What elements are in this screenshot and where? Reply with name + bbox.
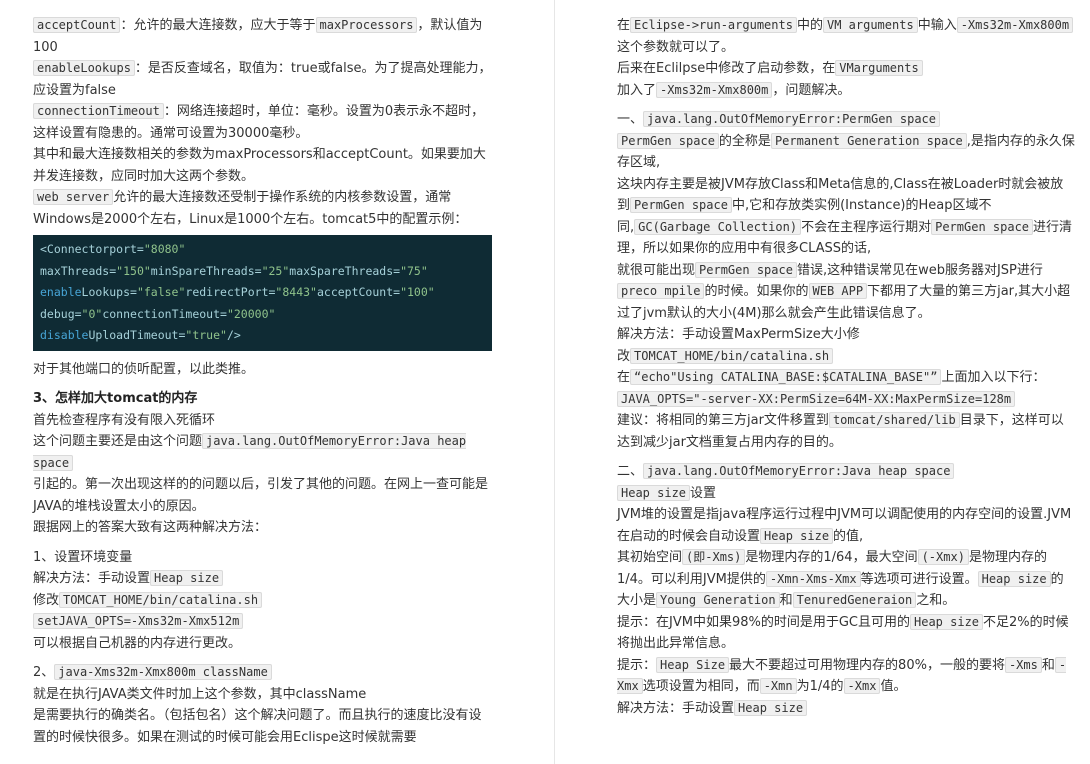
inline-code: Heap Size [656, 656, 730, 673]
list-heading: 二、 java.lang.OutOfMemoryError:Java heap s… [617, 461, 1075, 483]
paragraph: PermGen space 的全称是 Permanent Generation sp… [617, 132, 1075, 170]
paragraph: Heap size 设置 [617, 483, 1075, 505]
inline-code: maxProcessors [315, 17, 418, 33]
paragraph: 对于其他端口的侦听配置，以此类推。 [33, 361, 255, 377]
inline-code: -Xms [1004, 656, 1042, 673]
paragraph: 其初始空间 (即-Xms) 是物理内存的1/64，最大空间 (-Xmx) 是物理内存的1… [617, 549, 1064, 608]
paragraph: setJAVA_OPTS=-Xms32m-Xmx512m [33, 611, 493, 633]
inline-code: Heap size [977, 570, 1051, 587]
list-heading: 一、 java.lang.OutOfMemoryError:PermGen spa… [617, 109, 1075, 131]
paragraph: 首先检查程序有没有限入死循环 [33, 412, 216, 428]
paragraph: 修改 TOMCAT_HOME/bin/catalina.sh [33, 590, 493, 612]
inline-code: -Xmx [843, 678, 881, 694]
right-column: 在 Eclipse->run-arguments 中的 VM arguments 中输入… [617, 15, 1075, 719]
inline-code: Heap size [150, 570, 224, 586]
inline-code: GC(Garbage Collection) [634, 218, 802, 235]
inline-code: java-Xms32m-Xmx800m className [54, 664, 272, 680]
section-heading: 3、怎样加大tomcat的内存 [33, 391, 198, 406]
list-heading: 1、设置环境变量 [33, 549, 133, 565]
code-line: debug="0"connectionTimeout="20000" [40, 306, 276, 321]
inline-code: Heap size [734, 699, 808, 716]
code-block: <Connectorport="8080" maxThreads="150"mi… [33, 235, 492, 351]
inline-code: -Xmn [759, 678, 797, 694]
list-heading: 2、 java-Xms32m-Xmx800m className [33, 662, 493, 684]
paragraph: 就很可能出现 PermGen space 错误,这种错误常见在web服务器对JSP进… [617, 261, 1071, 321]
inline-code: VM arguments [822, 17, 918, 33]
code-line: disableUploadTimeout="true"/> [40, 328, 241, 342]
inline-code: PermGen space [630, 197, 732, 213]
inline-code: acceptCount [33, 17, 121, 33]
inline-code: Heap size [760, 527, 834, 544]
paragraph: 解决方法：手动设置MaxPermSize大小修 [617, 327, 860, 342]
paragraph: 就是在执行JAVA类文件时加上这个参数，其中className [33, 686, 367, 702]
inline-code: Young Generation [656, 592, 780, 608]
paragraph: 这块内存主要是被JVM存放Class和Meta信息的,Class在被Loader… [617, 176, 1073, 257]
inline-code: enableLookups [33, 60, 135, 76]
inline-code: WEB APP [808, 283, 868, 299]
paragraph: 跟据网上的答案大致有这两种解决方法： [33, 520, 268, 535]
code-line: enableLookups="false"redirectPort="8443"… [40, 285, 435, 299]
inline-code: Eclipse->run-arguments [630, 17, 797, 33]
paragraph: 可以根据自己机器的内存进行更改。 [33, 635, 242, 651]
param-enablelookups: enableLookups ：是否反查域名，取值为：true或false。为了提高… [33, 60, 492, 98]
paragraph: 其中和最大连接数相关的参数为maxProcessors和acceptCount。… [33, 147, 486, 184]
inline-code: preco mpile [617, 283, 705, 299]
inline-code: JAVA_OPTS="-server-XX:PermSize=64M-XX:Ma… [617, 390, 1016, 407]
inline-code: (-Xmx) [917, 549, 969, 565]
paragraph: 建议：将相同的第三方jar文件移置到 tomcat/shared/lib 目录下，这… [617, 412, 1064, 450]
inline-code: -Xmn-Xms-Xmx [765, 570, 861, 587]
paragraph: 是需要执行的确类名。（包括包名）这个解决问题了。而且执行的速度比没有设置的时候快… [33, 708, 482, 745]
inline-code: tomcat/shared/lib [828, 412, 960, 428]
inline-code: PermGen space [617, 132, 719, 149]
inline-code: TenuredGeneraion [792, 592, 917, 608]
paragraph: 改 TOMCAT_HOME/bin/catalina.sh [617, 346, 1075, 368]
paragraph: web server 允许的最大连接数还受制于操作系统的内核参数设置，通常Wind… [33, 189, 468, 227]
paragraph: 提示：在JVM中如果98%的时间是用于GC且可用的 Heap size 不足2%的时… [617, 613, 1069, 651]
paragraph: 在 “echo"Using CATALINA_BASE:$CATALINA_BAS… [617, 369, 1046, 407]
inline-code: Heap size [910, 613, 984, 630]
inline-code: Permanent Generation space [770, 132, 967, 149]
inline-code: “echo"Using CATALINA_BASE:$CATALINA_BASE… [630, 369, 942, 385]
paragraph: 提示： Heap Size 最大不要超过可用物理内存的80%，一般的要将 -Xms 和 -… [617, 656, 1067, 694]
inline-code: -Xms32m-Xmx800m [956, 17, 1074, 33]
inline-code: PermGen space [931, 218, 1034, 235]
paragraph: 在 Eclipse->run-arguments 中的 VM arguments 中输入… [617, 15, 1075, 58]
inline-code: VMarguments [835, 60, 923, 76]
code-line: <Connectorport="8080" [40, 242, 186, 256]
inline-code: connectionTimeout [33, 103, 164, 119]
paragraph: 加入了 -Xms32m-Xmx800m ，问题解决。 [617, 81, 851, 98]
inline-code: TOMCAT_HOME/bin/catalina.sh [630, 347, 834, 364]
inline-code: web server [33, 189, 114, 205]
code-line: maxThreads="150"minSpareThreads="25"maxS… [40, 263, 428, 278]
inline-code: Heap size [617, 484, 691, 501]
column-divider [554, 0, 555, 764]
inline-code: java.lang.OutOfMemoryError:PermGen space [643, 111, 940, 127]
param-acceptcount: acceptCount ：允许的最大连接数，应大于等于 maxProcessors，… [33, 17, 483, 55]
inline-code: TOMCAT_HOME/bin/catalina.sh [59, 591, 263, 608]
paragraph: 这个问题主要还是由这个问题 java.lang.OutOfMemoryError:… [33, 433, 467, 471]
paragraph: 解决方法：手动设置 Heap size [33, 568, 493, 590]
inline-code: (即-Xms) [682, 549, 746, 565]
paragraph: JVM堆的设置是指java程序运行过程中JVM可以调配使用的内存空间的设置.JV… [617, 507, 1072, 544]
paragraph: 解决方法：手动设置 Heap size [617, 698, 1075, 720]
inline-code: PermGen space [695, 261, 797, 278]
left-column: acceptCount ：允许的最大连接数，应大于等于 maxProcessors，… [33, 15, 493, 748]
param-connectiontimeout: connectionTimeout ：网络连接超时，单位：毫秒。设置为0表示永不超… [33, 103, 485, 141]
paragraph: 后来在Eclilpse中修改了启动参数，在 VMarguments [617, 58, 1075, 80]
inline-code: java.lang.OutOfMemoryError:Java heap spa… [643, 463, 955, 479]
paragraph: 引起的。第一次出现这样的的问题以后，引发了其他的问题。在网上一查可能是JAVA的… [33, 477, 489, 514]
inline-code: -Xms32m-Xmx800m [656, 81, 773, 98]
document-page: acceptCount ：允许的最大连接数，应大于等于 maxProcessors，… [0, 0, 1090, 764]
inline-code: setJAVA_OPTS=-Xms32m-Xmx512m [33, 613, 244, 629]
